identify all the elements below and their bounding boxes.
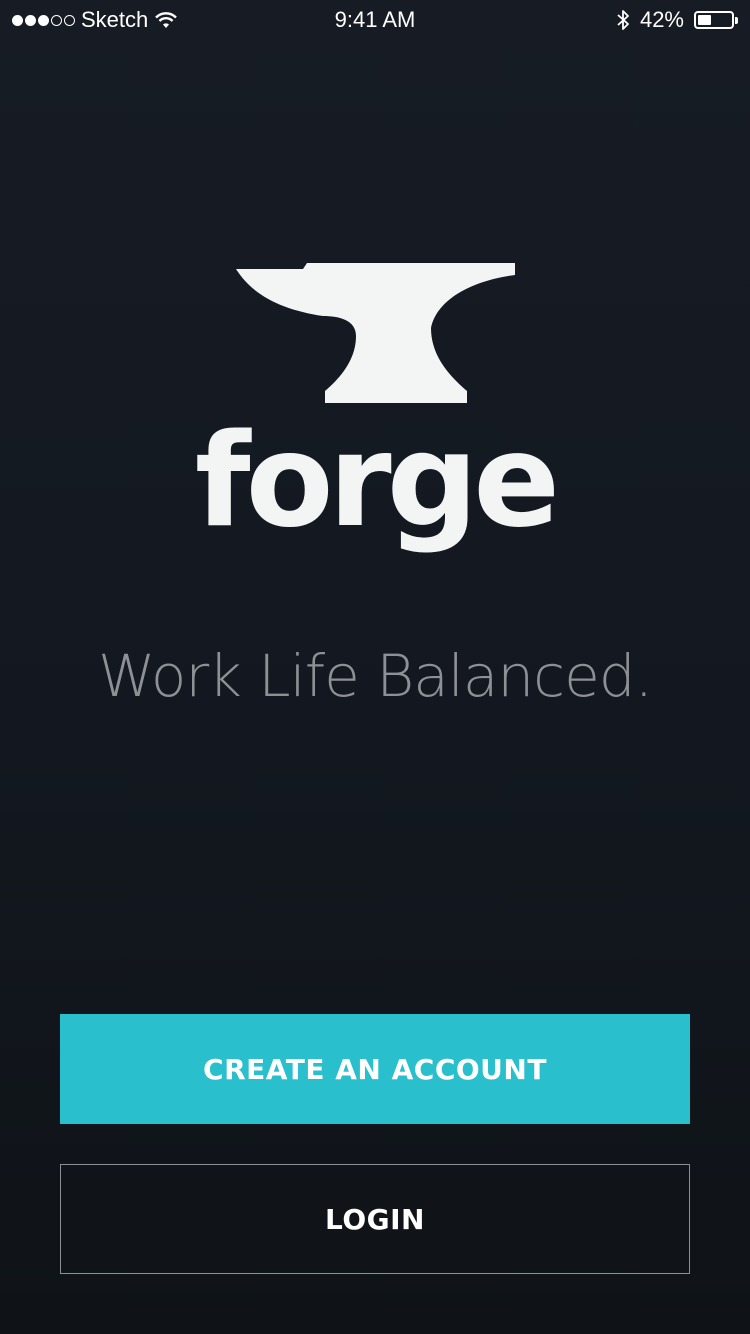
battery-body (694, 11, 734, 29)
battery-icon (694, 11, 738, 29)
create-account-label: CREATE AN ACCOUNT (203, 1052, 547, 1086)
status-bar: Sketch 9:41 AM 42% (0, 0, 750, 40)
bluetooth-icon (617, 10, 629, 30)
status-bar-right: 42% (616, 7, 738, 33)
battery-percent: 42% (639, 7, 684, 32)
login-button[interactable]: LOGIN (60, 1164, 690, 1274)
brand-wordmark: forge (194, 407, 560, 556)
login-label: LOGIN (325, 1202, 425, 1236)
anvil-icon (236, 263, 515, 403)
create-account-button[interactable]: CREATE AN ACCOUNT (60, 1014, 690, 1124)
tagline: Work Life Balanced. (97, 642, 653, 710)
battery-fill (698, 15, 712, 25)
battery-tip (735, 16, 738, 24)
